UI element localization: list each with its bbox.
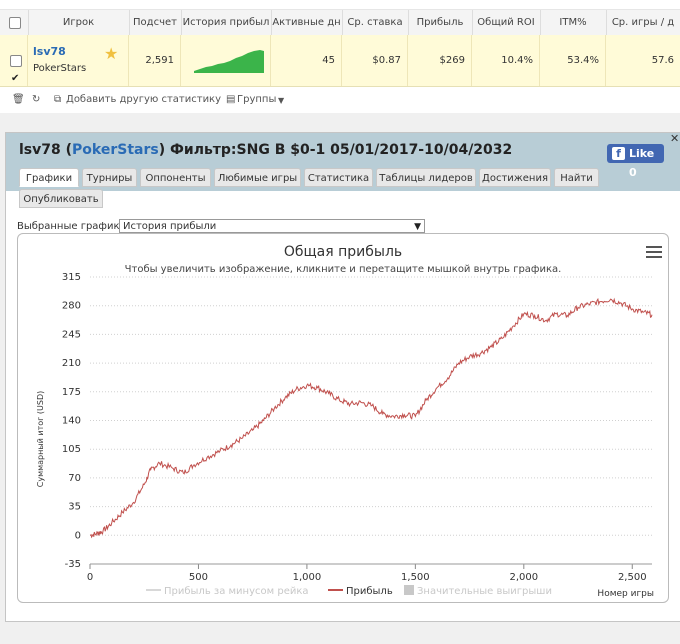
col-header-count[interactable]: Подсчет [129,10,182,35]
like-label: Like 0 [629,147,655,179]
profit-sparkline [194,50,264,73]
stats-table: Игрок Подсчет История прибыл Активные дн… [0,0,680,113]
y-tick-label: 245 [62,329,81,340]
legend-net-profit[interactable]: Прибыль за минусом рейка [164,586,309,597]
count-value: 2,591 [129,35,181,86]
y-tick-label: 175 [62,387,81,398]
select-all-checkbox[interactable] [9,17,21,29]
legend-profit[interactable]: Прибыль [346,586,393,597]
facebook-like-button[interactable]: f Like 0 [607,144,664,179]
refresh-icon[interactable]: ↻ [32,94,40,105]
col-header-profit[interactable]: Прибыль [408,10,473,35]
page-title: lsv78 (PokerStars) Фильтр:SNG B $0-1 05/… [19,142,513,158]
tab-publish[interactable]: Опубликовать [19,189,103,208]
favorite-star-icon[interactable]: ★ [104,46,118,62]
x-tick-label: 500 [189,572,208,583]
title-filter: Фильтр:SNG B $0-1 05/01/2017-10/04/2032 [170,142,513,158]
y-tick-label: 210 [62,358,81,369]
table-row[interactable]: 2,591 45 $0.87 $269 10.4% 53.4% 57.6 [0,35,680,87]
add-stats-icon[interactable]: ⧉ [54,94,61,105]
col-header-active-days[interactable]: Активные дн [271,10,343,35]
add-stats-button[interactable]: Добавить другую статистику [66,94,221,105]
x-axis-label: Номер игры [597,589,654,599]
x-tick-label: 2,500 [618,572,647,583]
chart-legend: Прибыль за минусом рейка Прибыль Значите… [146,585,552,597]
player-site: PokerStars [33,63,87,74]
col-header-avg-games[interactable]: Ср. игры / д [606,10,680,35]
tab-opponents[interactable]: Оппоненты [140,168,211,187]
chart-select[interactable]: История прибыли ▼ [119,219,425,233]
tab-favorite-games[interactable]: Любимые игры [214,168,301,187]
player-panel: lsv78 (PokerStars) Фильтр:SNG B $0-1 05/… [5,132,680,622]
x-tick-label: 0 [87,572,93,583]
y-tick-label: 140 [62,416,81,427]
active-days-value: 45 [271,35,342,86]
tab-leaderboards[interactable]: Таблицы лидеров [376,168,476,187]
tab-tournaments[interactable]: Турниры [82,168,137,187]
avg-games-value: 57.6 [651,55,674,66]
chart-title: Общая прибыль [284,244,402,260]
groups-icon[interactable]: ▤ [226,94,235,105]
y-axis-label: Суммарный итог (USD) [36,391,45,488]
groups-button[interactable]: Группы [237,94,276,105]
tab-achievements[interactable]: Достижения [479,168,551,187]
facebook-icon: f [612,147,625,160]
y-tick-label: 35 [68,502,81,513]
row-checkbox-cell[interactable] [0,35,28,86]
chart-subtitle: Чтобы увеличить изображение, кликните и … [125,264,562,275]
itm-value: 53.4% [540,35,606,86]
tab-charts[interactable]: Графики [19,168,79,187]
trash-icon[interactable]: 🗑 [12,94,25,105]
player-name-link[interactable]: lsv78 [33,45,66,58]
y-tick-label: 70 [68,473,81,484]
y-tick-label: -35 [65,559,81,570]
chart-select-value: История прибыли [123,221,217,232]
col-header-profit-history[interactable]: История прибыл [181,10,272,35]
col-header-avg-stake[interactable]: Ср. ставка [342,10,409,35]
col-header-itm[interactable]: ITM% [540,10,607,35]
chevron-down-icon[interactable]: ▼ [278,96,284,105]
x-tick-label: 1,500 [401,572,430,583]
chart-svg: Общая прибыль Чтобы увеличить изображени… [36,244,654,599]
x-tick-label: 1,000 [293,572,322,583]
select-all-cell[interactable] [0,10,29,35]
close-icon[interactable]: ✕ [670,132,679,145]
legend-swatch-big-wins [404,585,414,595]
title-player: lsv78 [19,142,61,158]
y-tick-label: 280 [62,301,81,312]
table-header: Игрок Подсчет История прибыл Активные дн… [0,9,680,36]
table-toolbar: 🗑 ↻ ⧉ Добавить другую статистику ▤ Групп… [0,88,680,113]
col-header-roi[interactable]: Общий ROI [472,10,541,35]
roi-value: 10.4% [472,35,540,86]
x-tick-label: 2,000 [509,572,538,583]
legend-big-wins[interactable]: Значительные выигрыши [417,586,552,597]
hamburger-menu-icon[interactable] [646,246,662,261]
profit-value: $269 [408,35,472,86]
tab-statistics[interactable]: Статистика [304,168,373,187]
avg-stake-value: $0.87 [342,35,408,86]
y-tick-label: 0 [75,530,81,541]
col-header-player[interactable]: Игрок [28,10,130,35]
y-tick-label: 105 [62,444,81,455]
y-tick-label: 315 [62,272,81,283]
dropdown-arrow-icon[interactable]: ▼ [414,220,421,234]
tab-search[interactable]: Найти [554,168,599,187]
row-checkbox[interactable] [10,53,22,86]
chart-select-label: Выбранные графики: [17,221,130,232]
title-site-link[interactable]: PokerStars [72,142,159,158]
profit-chart[interactable]: Общая прибыль Чтобы увеличить изображени… [17,233,669,603]
